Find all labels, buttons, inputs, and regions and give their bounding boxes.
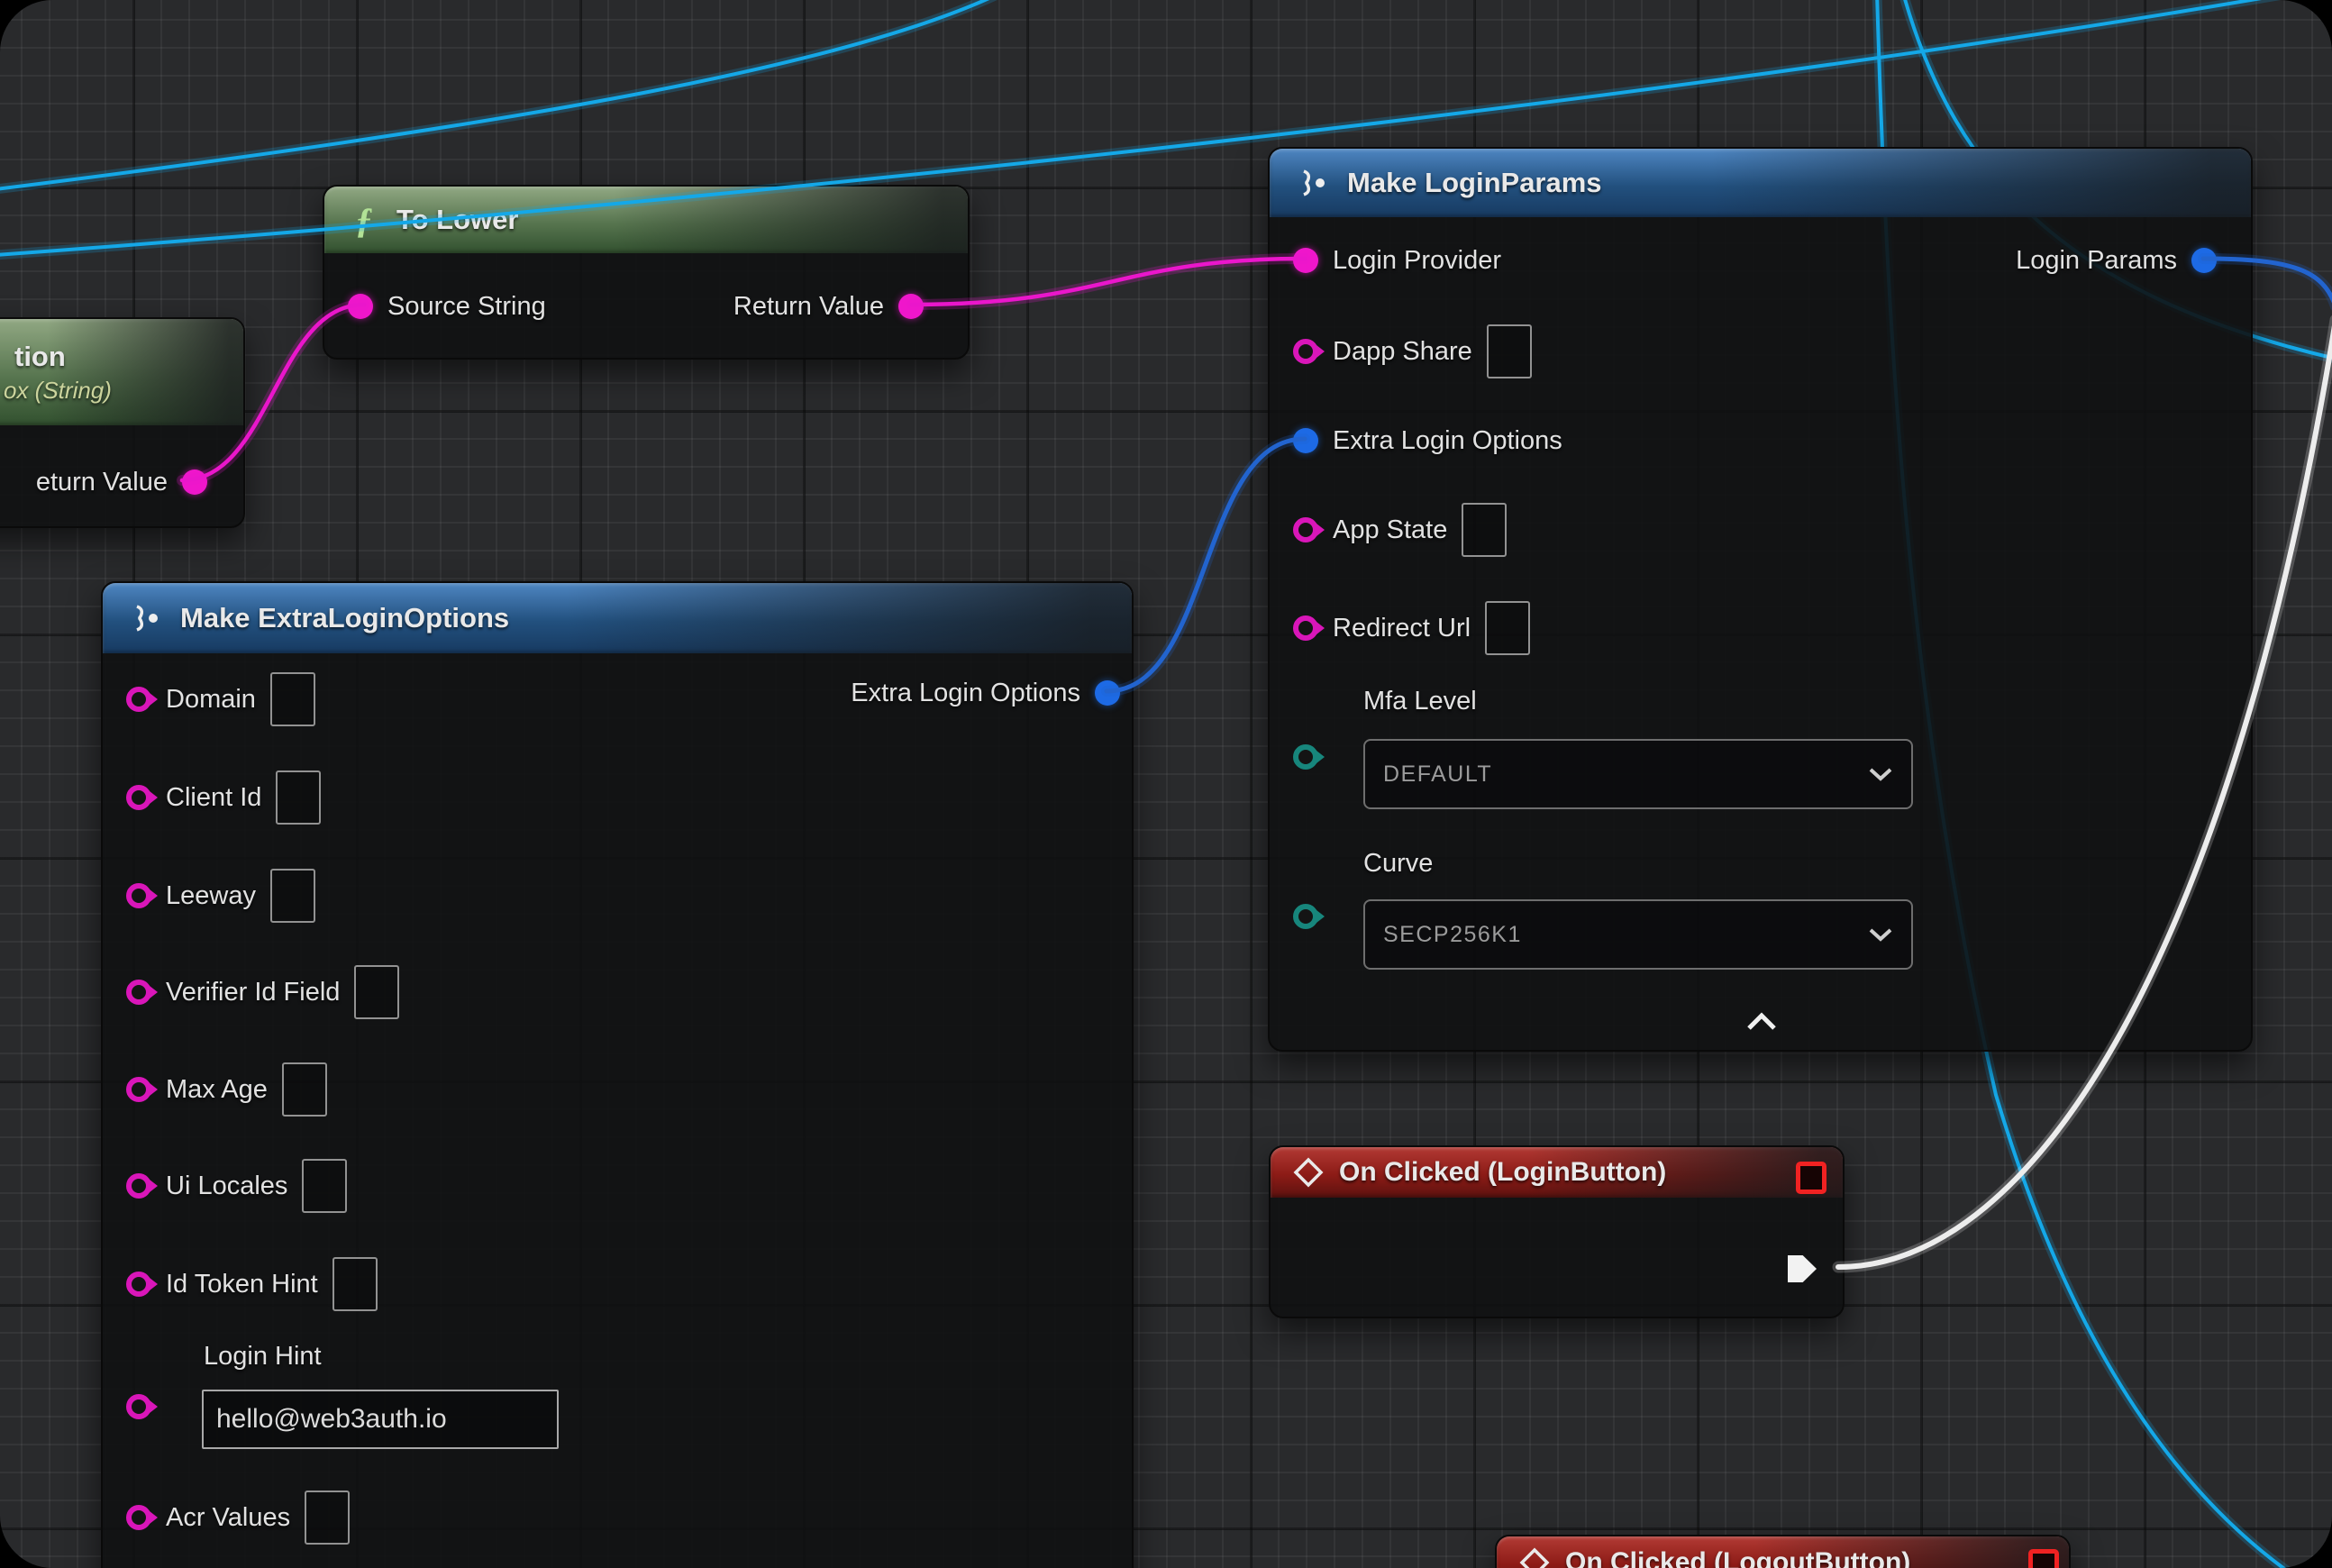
node-title: On Clicked (LogoutButton) <box>1565 1547 1910 1568</box>
make-struct-icon <box>1295 168 1331 198</box>
mfa-level-value: DEFAULT <box>1383 761 1492 788</box>
login-hint-value: hello@web3auth.io <box>216 1404 447 1435</box>
login-provider-pin[interactable] <box>1293 248 1318 273</box>
max-age-value-box[interactable] <box>282 1062 327 1117</box>
login-hint-field[interactable]: hello@web3auth.io <box>202 1390 559 1449</box>
domain-value-box[interactable] <box>270 672 315 726</box>
node-subtitle: ox (String) <box>4 377 112 405</box>
return-value-pin[interactable] <box>898 294 924 319</box>
pin-label: Dapp Share <box>1333 337 1472 367</box>
exec-out-pin[interactable] <box>1788 1255 1817 1282</box>
client-id-value-box[interactable] <box>276 770 321 825</box>
delegate-pin[interactable] <box>1796 1162 1826 1194</box>
verifier-id-field-pin[interactable] <box>126 980 151 1005</box>
mfa-level-dropdown[interactable]: DEFAULT <box>1363 739 1913 809</box>
node-title: Make LoginParams <box>1347 167 1602 199</box>
event-diamond-icon <box>1292 1156 1325 1189</box>
node-on-clicked-login[interactable]: On Clicked (LoginButton) <box>1269 1145 1845 1318</box>
chevron-down-icon <box>1868 927 1893 942</box>
pin-label: Max Age <box>166 1075 268 1105</box>
collapse-chevron-icon[interactable] <box>1744 1012 1780 1032</box>
leeway-value-box[interactable] <box>270 869 315 923</box>
pin-label: Verifier Id Field <box>166 978 340 1007</box>
node-left-partial[interactable]: tion ox (String) eturn Value <box>0 317 245 528</box>
redirect-url-pin[interactable] <box>1293 615 1318 641</box>
pin-label: Extra Login Options <box>1333 426 1562 456</box>
login-params-out-pin[interactable] <box>2191 248 2217 273</box>
pin-label: Login Params <box>2016 246 2177 276</box>
leeway-pin[interactable] <box>126 883 151 908</box>
pin-label: Mfa Level <box>1363 687 1477 716</box>
pin-label: Acr Values <box>166 1503 290 1533</box>
redirect-url-value-box[interactable] <box>1485 601 1530 655</box>
verifier-id-field-value-box[interactable] <box>354 965 399 1019</box>
extra-login-options-out-pin[interactable] <box>1095 680 1120 706</box>
id-token-hint-value-box[interactable] <box>332 1257 378 1311</box>
blueprint-editor: tion ox (String) eturn Value ƒ To Lower … <box>0 0 2332 1568</box>
pin-label: Source String <box>387 292 546 322</box>
return-value-pin[interactable] <box>182 469 207 495</box>
pin-label: eturn Value <box>36 468 168 497</box>
pin-label: Client Id <box>166 783 261 813</box>
ui-locales-value-box[interactable] <box>302 1159 347 1213</box>
acr-values-value-box[interactable] <box>305 1491 350 1545</box>
node-title: tion <box>14 341 66 373</box>
function-icon: ƒ <box>355 199 373 242</box>
acr-values-pin[interactable] <box>126 1505 151 1530</box>
curve-dropdown[interactable]: SECP256K1 <box>1363 899 1913 970</box>
app-state-value-box[interactable] <box>1462 503 1507 557</box>
node-make-extra-login-options[interactable]: Make ExtraLoginOptions Domain Client Id … <box>101 581 1134 1568</box>
pin-label: Leeway <box>166 881 256 911</box>
pin-label: Curve <box>1363 849 1433 879</box>
node-title: To Lower <box>396 204 518 236</box>
ui-locales-pin[interactable] <box>126 1173 151 1199</box>
pin-label: Ui Locales <box>166 1171 287 1201</box>
app-state-pin[interactable] <box>1293 517 1318 542</box>
make-struct-icon <box>128 603 164 634</box>
chevron-down-icon <box>1868 767 1893 781</box>
mfa-level-pin[interactable] <box>1293 744 1318 770</box>
login-hint-pin[interactable] <box>126 1394 151 1419</box>
pin-label: Id Token Hint <box>166 1270 318 1299</box>
pin-label: Login Provider <box>1333 246 1501 276</box>
nodes-layer: tion ox (String) eturn Value ƒ To Lower … <box>0 0 2332 1568</box>
pin-label: Return Value <box>733 292 884 322</box>
node-to-lower[interactable]: ƒ To Lower Source String Return Value <box>323 185 970 360</box>
graph-canvas[interactable]: tion ox (String) eturn Value ƒ To Lower … <box>0 0 2332 1568</box>
pin-label: Redirect Url <box>1333 614 1471 643</box>
id-token-hint-pin[interactable] <box>126 1272 151 1297</box>
client-id-pin[interactable] <box>126 785 151 810</box>
dapp-share-value-box[interactable] <box>1487 324 1532 378</box>
max-age-pin[interactable] <box>126 1077 151 1102</box>
pin-label: App State <box>1333 515 1447 545</box>
node-on-clicked-logout[interactable]: On Clicked (LogoutButton) <box>1495 1535 2071 1568</box>
pin-label: Domain <box>166 685 256 715</box>
dapp-share-pin[interactable] <box>1293 339 1318 364</box>
delegate-pin[interactable] <box>2028 1549 2059 1568</box>
curve-pin[interactable] <box>1293 904 1318 929</box>
curve-value: SECP256K1 <box>1383 922 1522 948</box>
pin-label: Extra Login Options <box>851 679 1080 708</box>
source-string-pin[interactable] <box>348 294 373 319</box>
node-make-login-params[interactable]: Make LoginParams Login Provider Dapp Sha… <box>1268 147 2253 1052</box>
domain-pin[interactable] <box>126 687 151 712</box>
node-title: On Clicked (LoginButton) <box>1339 1157 1666 1188</box>
pin-label: Login Hint <box>204 1342 322 1372</box>
extra-login-options-in-pin[interactable] <box>1293 428 1318 453</box>
node-title: Make ExtraLoginOptions <box>180 602 509 634</box>
event-diamond-icon <box>1518 1546 1551 1568</box>
